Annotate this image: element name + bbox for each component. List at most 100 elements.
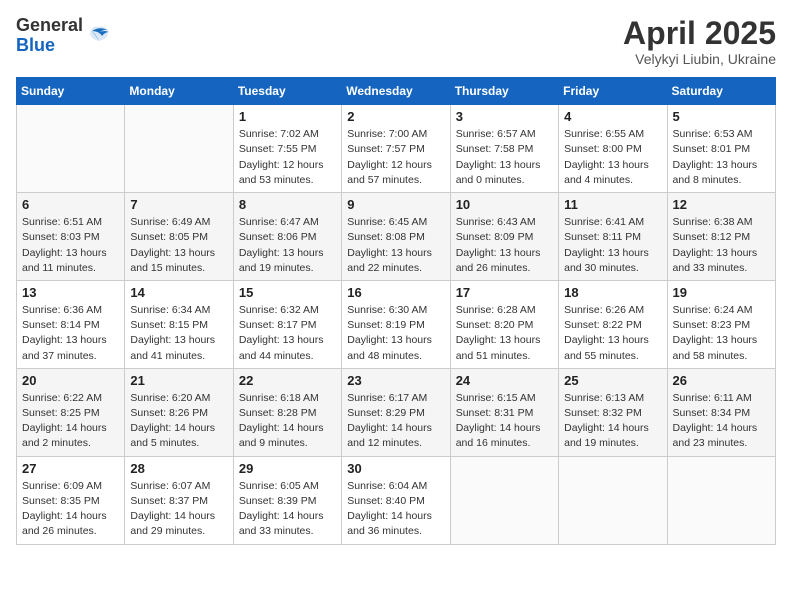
day-cell: 5 Sunrise: 6:53 AM Sunset: 8:01 PM Daylig… (667, 105, 775, 193)
day-number: 29 (239, 461, 336, 476)
day-number: 6 (22, 197, 119, 212)
day-info: Sunrise: 6:24 AM Sunset: 8:23 PM Dayligh… (673, 303, 770, 364)
day-cell (17, 105, 125, 193)
day-cell: 18Sunrise: 6:26 AM Sunset: 8:22 PM Dayli… (559, 280, 667, 368)
day-cell: 29 Sunrise: 6:05 AM Sunset: 8:39 PM Dayli… (233, 456, 341, 544)
day-cell: 23 Sunrise: 6:17 AM Sunset: 8:29 PM Dayli… (342, 368, 450, 456)
day-info: Sunrise: 6:36 AM Sunset: 8:14 PM Dayligh… (22, 303, 119, 364)
weekday-header-row: SundayMondayTuesdayWednesdayThursdayFrid… (17, 78, 776, 105)
day-number: 9 (347, 197, 444, 212)
day-cell: 4Sunrise: 6:55 AM Sunset: 8:00 PM Daylig… (559, 105, 667, 193)
day-number: 14 (130, 285, 227, 300)
day-info: Sunrise: 6:45 AM Sunset: 8:08 PM Dayligh… (347, 215, 444, 276)
day-info: Sunrise: 7:02 AM Sunset: 7:55 PM Dayligh… (239, 127, 336, 188)
day-number: 17 (456, 285, 553, 300)
day-cell: 25Sunrise: 6:13 AM Sunset: 8:32 PM Dayli… (559, 368, 667, 456)
day-cell: 1 Sunrise: 7:02 AM Sunset: 7:55 PM Daylig… (233, 105, 341, 193)
day-cell: 27Sunrise: 6:09 AM Sunset: 8:35 PM Dayli… (17, 456, 125, 544)
day-cell: 16 Sunrise: 6:30 AM Sunset: 8:19 PM Dayli… (342, 280, 450, 368)
day-info: Sunrise: 6:07 AM Sunset: 8:37 PM Dayligh… (130, 479, 227, 540)
day-cell: 24 Sunrise: 6:15 AM Sunset: 8:31 PM Dayli… (450, 368, 558, 456)
day-cell: 20Sunrise: 6:22 AM Sunset: 8:25 PM Dayli… (17, 368, 125, 456)
day-number: 28 (130, 461, 227, 476)
day-info: Sunrise: 6:41 AM Sunset: 8:11 PM Dayligh… (564, 215, 661, 276)
day-cell: 7Sunrise: 6:49 AM Sunset: 8:05 PM Daylig… (125, 193, 233, 281)
weekday-header-saturday: Saturday (667, 78, 775, 105)
day-info: Sunrise: 7:00 AM Sunset: 7:57 PM Dayligh… (347, 127, 444, 188)
day-info: Sunrise: 6:18 AM Sunset: 8:28 PM Dayligh… (239, 391, 336, 452)
day-cell: 2Sunrise: 7:00 AM Sunset: 7:57 PM Daylig… (342, 105, 450, 193)
day-number: 4 (564, 109, 661, 124)
day-cell: 12 Sunrise: 6:38 AM Sunset: 8:12 PM Dayli… (667, 193, 775, 281)
day-number: 20 (22, 373, 119, 388)
day-cell: 19 Sunrise: 6:24 AM Sunset: 8:23 PM Dayli… (667, 280, 775, 368)
day-cell: 22 Sunrise: 6:18 AM Sunset: 8:28 PM Dayli… (233, 368, 341, 456)
title-block: April 2025 Velykyi Liubin, Ukraine (623, 16, 776, 67)
location: Velykyi Liubin, Ukraine (623, 51, 776, 67)
logo-blue: Blue (16, 35, 55, 55)
day-cell: 11 Sunrise: 6:41 AM Sunset: 8:11 PM Dayli… (559, 193, 667, 281)
day-cell: 3Sunrise: 6:57 AM Sunset: 7:58 PM Daylig… (450, 105, 558, 193)
day-info: Sunrise: 6:11 AM Sunset: 8:34 PM Dayligh… (673, 391, 770, 452)
week-row-4: 20Sunrise: 6:22 AM Sunset: 8:25 PM Dayli… (17, 368, 776, 456)
day-cell (125, 105, 233, 193)
day-cell (559, 456, 667, 544)
day-number: 23 (347, 373, 444, 388)
week-row-3: 13 Sunrise: 6:36 AM Sunset: 8:14 PM Dayli… (17, 280, 776, 368)
day-cell: 6 Sunrise: 6:51 AM Sunset: 8:03 PM Daylig… (17, 193, 125, 281)
day-number: 16 (347, 285, 444, 300)
day-number: 1 (239, 109, 336, 124)
day-number: 24 (456, 373, 553, 388)
day-info: Sunrise: 6:47 AM Sunset: 8:06 PM Dayligh… (239, 215, 336, 276)
day-info: Sunrise: 6:51 AM Sunset: 8:03 PM Dayligh… (22, 215, 119, 276)
week-row-1: 1 Sunrise: 7:02 AM Sunset: 7:55 PM Daylig… (17, 105, 776, 193)
logo-bird-icon (86, 23, 112, 49)
day-cell: 15 Sunrise: 6:32 AM Sunset: 8:17 PM Dayli… (233, 280, 341, 368)
day-cell: 8 Sunrise: 6:47 AM Sunset: 8:06 PM Daylig… (233, 193, 341, 281)
day-number: 12 (673, 197, 770, 212)
day-info: Sunrise: 6:17 AM Sunset: 8:29 PM Dayligh… (347, 391, 444, 452)
day-cell: 28 Sunrise: 6:07 AM Sunset: 8:37 PM Dayli… (125, 456, 233, 544)
day-info: Sunrise: 6:15 AM Sunset: 8:31 PM Dayligh… (456, 391, 553, 452)
month-title: April 2025 (623, 16, 776, 51)
day-number: 13 (22, 285, 119, 300)
day-number: 15 (239, 285, 336, 300)
logo-general: General (16, 15, 83, 35)
day-number: 30 (347, 461, 444, 476)
day-info: Sunrise: 6:34 AM Sunset: 8:15 PM Dayligh… (130, 303, 227, 364)
day-info: Sunrise: 6:05 AM Sunset: 8:39 PM Dayligh… (239, 479, 336, 540)
day-number: 8 (239, 197, 336, 212)
page-header: General Blue April 2025 Velykyi Liubin, … (16, 16, 776, 67)
day-info: Sunrise: 6:30 AM Sunset: 8:19 PM Dayligh… (347, 303, 444, 364)
day-info: Sunrise: 6:28 AM Sunset: 8:20 PM Dayligh… (456, 303, 553, 364)
day-cell: 9 Sunrise: 6:45 AM Sunset: 8:08 PM Daylig… (342, 193, 450, 281)
day-number: 10 (456, 197, 553, 212)
day-number: 18 (564, 285, 661, 300)
week-row-5: 27Sunrise: 6:09 AM Sunset: 8:35 PM Dayli… (17, 456, 776, 544)
day-cell (667, 456, 775, 544)
day-number: 22 (239, 373, 336, 388)
day-number: 26 (673, 373, 770, 388)
day-cell: 10Sunrise: 6:43 AM Sunset: 8:09 PM Dayli… (450, 193, 558, 281)
day-number: 25 (564, 373, 661, 388)
day-cell: 17 Sunrise: 6:28 AM Sunset: 8:20 PM Dayli… (450, 280, 558, 368)
weekday-header-monday: Monday (125, 78, 233, 105)
day-info: Sunrise: 6:32 AM Sunset: 8:17 PM Dayligh… (239, 303, 336, 364)
calendar-table: SundayMondayTuesdayWednesdayThursdayFrid… (16, 77, 776, 544)
day-number: 5 (673, 109, 770, 124)
day-cell: 26 Sunrise: 6:11 AM Sunset: 8:34 PM Dayli… (667, 368, 775, 456)
day-info: Sunrise: 6:04 AM Sunset: 8:40 PM Dayligh… (347, 479, 444, 540)
day-number: 19 (673, 285, 770, 300)
day-info: Sunrise: 6:53 AM Sunset: 8:01 PM Dayligh… (673, 127, 770, 188)
weekday-header-sunday: Sunday (17, 78, 125, 105)
day-cell: 13 Sunrise: 6:36 AM Sunset: 8:14 PM Dayli… (17, 280, 125, 368)
day-number: 21 (130, 373, 227, 388)
day-info: Sunrise: 6:09 AM Sunset: 8:35 PM Dayligh… (22, 479, 119, 540)
day-number: 11 (564, 197, 661, 212)
logo-text: General Blue (16, 16, 83, 56)
day-info: Sunrise: 6:49 AM Sunset: 8:05 PM Dayligh… (130, 215, 227, 276)
day-cell: 30 Sunrise: 6:04 AM Sunset: 8:40 PM Dayli… (342, 456, 450, 544)
day-info: Sunrise: 6:57 AM Sunset: 7:58 PM Dayligh… (456, 127, 553, 188)
weekday-header-wednesday: Wednesday (342, 78, 450, 105)
day-info: Sunrise: 6:38 AM Sunset: 8:12 PM Dayligh… (673, 215, 770, 276)
